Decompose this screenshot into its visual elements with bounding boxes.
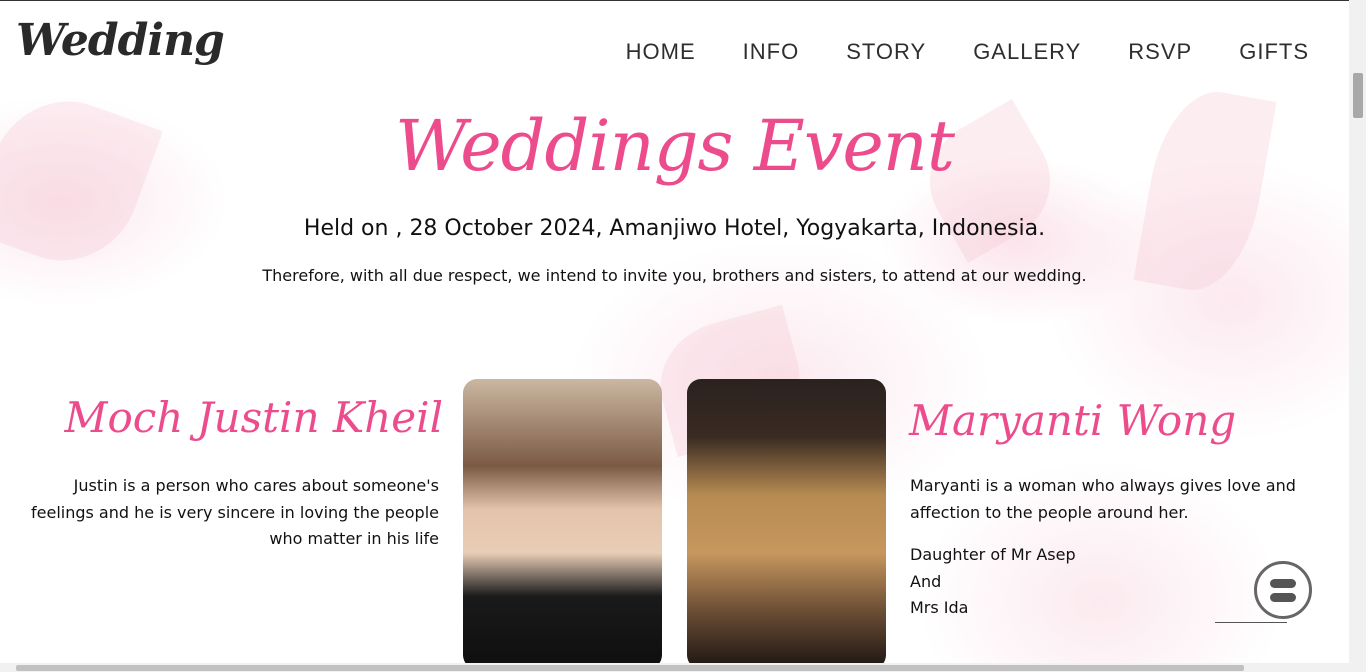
nav-home[interactable]: HOME — [626, 39, 696, 65]
groom-name: Moch Justin Kheil — [64, 393, 443, 442]
parents-line: Mrs Ida — [910, 598, 969, 617]
bride-bio: Maryanti is a woman who always gives lov… — [910, 476, 1296, 522]
parents-line: Daughter of Mr Asep — [910, 545, 1076, 564]
parents-line: And — [910, 571, 942, 591]
chat-line — [1270, 592, 1296, 602]
main-nav: HOME INFO STORY GALLERY RSVP GIFTS — [626, 39, 1309, 65]
chat-bubble-icon[interactable] — [1254, 561, 1312, 619]
nav-gallery[interactable]: GALLERY — [973, 39, 1081, 65]
scrollbar-thumb[interactable] — [1353, 73, 1363, 118]
groom-photo — [463, 379, 662, 664]
site-logo[interactable]: Wedding — [16, 15, 225, 66]
bride-name: Maryanti Wong — [909, 396, 1237, 445]
groom-bio: Justin is a person who cares about someo… — [31, 476, 439, 548]
scrollbar-thumb[interactable] — [16, 665, 1244, 671]
nav-info[interactable]: INFO — [743, 39, 800, 65]
nav-rsvp[interactable]: RSVP — [1128, 39, 1192, 65]
chat-line — [1270, 578, 1296, 588]
nav-gifts[interactable]: GIFTS — [1239, 39, 1309, 65]
vertical-scrollbar[interactable] — [1349, 0, 1366, 663]
page: Wedding HOME INFO STORY GALLERY RSVP GIF… — [0, 0, 1349, 664]
nav-story[interactable]: STORY — [846, 39, 926, 65]
event-date-location: Held on , 28 October 2024, Amanjiwo Hote… — [303, 216, 1046, 241]
bride-photo — [687, 379, 886, 664]
invitation-text: Therefore, with all due respect, we inte… — [262, 266, 1087, 285]
horizontal-scrollbar[interactable] — [0, 663, 1366, 672]
divider — [1215, 622, 1287, 623]
event-title: Weddings Event — [394, 105, 955, 187]
bride-parents: Daughter of Mr Asep And Mrs Ida — [910, 542, 1076, 622]
